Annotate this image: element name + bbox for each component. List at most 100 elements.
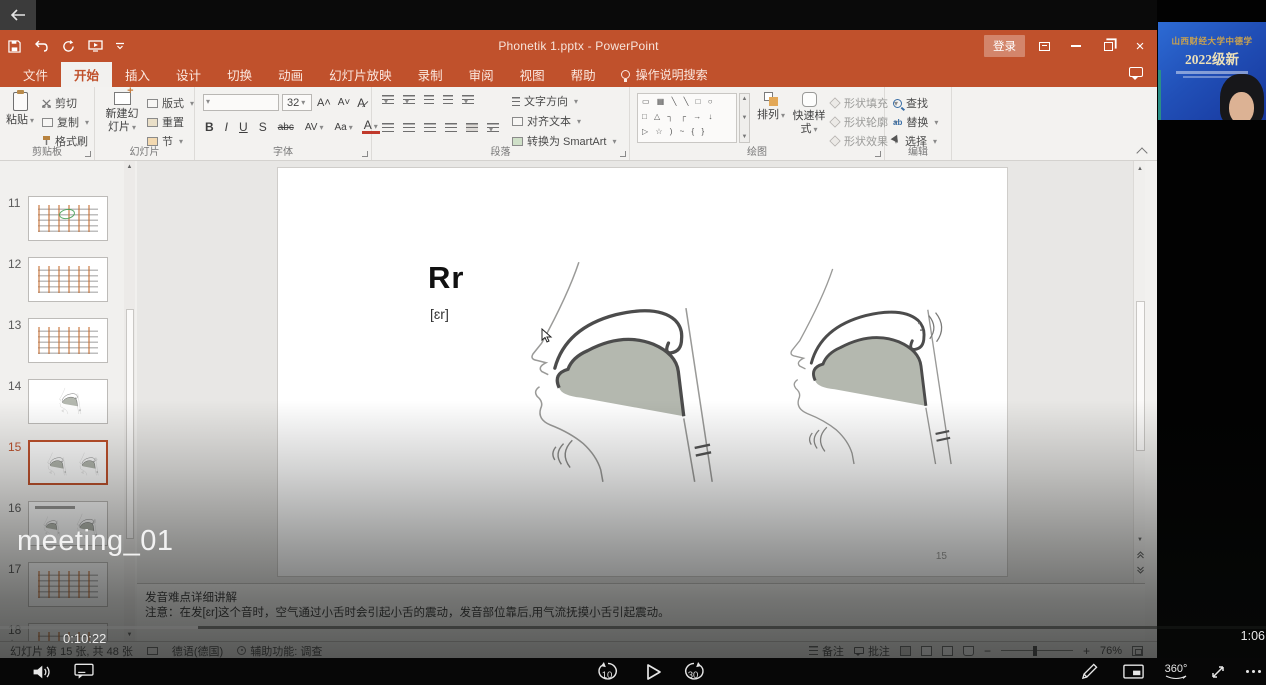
- scroll-up-icon[interactable]: ▲: [124, 161, 135, 172]
- slide-thumbnail[interactable]: [28, 196, 108, 241]
- drawing-dialog-launcher-icon[interactable]: [875, 151, 881, 157]
- tab-slideshow[interactable]: 幻灯片放映: [316, 62, 405, 87]
- columns-icon[interactable]: [466, 123, 478, 132]
- paste-button[interactable]: 粘贴: [6, 92, 34, 127]
- slide-thumbnail[interactable]: [28, 318, 108, 363]
- grow-font-icon[interactable]: A˄: [315, 97, 333, 109]
- font-name-combo[interactable]: [203, 94, 279, 111]
- text-direction-button[interactable]: 文字方向: [512, 93, 578, 109]
- change-case-button[interactable]: Aa: [332, 122, 354, 133]
- skip-back-10-button[interactable]: 10: [594, 658, 622, 685]
- new-slide-button[interactable]: 新建幻灯片: [103, 92, 141, 134]
- paragraph-dialog-launcher-icon[interactable]: [620, 151, 626, 157]
- scrollbar-thumb[interactable]: [126, 309, 134, 539]
- clipboard-dialog-launcher-icon[interactable]: [85, 151, 91, 157]
- zoom-slider-thumb[interactable]: [1033, 646, 1037, 656]
- justify-icon[interactable]: [445, 123, 457, 132]
- captions-button[interactable]: [70, 658, 98, 685]
- display-settings[interactable]: [147, 647, 158, 655]
- align-center-icon[interactable]: [403, 123, 415, 132]
- comments-toggle[interactable]: 批注: [854, 643, 890, 659]
- decrease-indent-icon[interactable]: [424, 95, 434, 104]
- slide-thumbnail[interactable]: [28, 440, 108, 485]
- more-options-button[interactable]: [1242, 658, 1264, 685]
- draw-button[interactable]: [1076, 658, 1102, 685]
- arrange-button[interactable]: 排列: [756, 92, 786, 122]
- font-dialog-launcher-icon[interactable]: [362, 151, 368, 157]
- slide-thumbnail[interactable]: [28, 562, 108, 607]
- ppt-minimize-button[interactable]: [1063, 34, 1089, 58]
- character-spacing-button[interactable]: AV: [303, 122, 326, 133]
- notes-pane[interactable]: 发音难点详细讲解 注意：在发[ɛr]这个音时，空气通过小舌时会引起小舌的震动，发…: [137, 583, 1145, 641]
- accessibility-status[interactable]: 辅助功能: 调查: [237, 643, 322, 659]
- reset-button[interactable]: 重置: [147, 114, 184, 130]
- quick-styles-button[interactable]: 快速样式: [788, 92, 830, 136]
- find-button[interactable]: 查找: [893, 95, 928, 111]
- comments-bubble-icon[interactable]: [1129, 67, 1143, 77]
- underline-button[interactable]: U: [237, 120, 250, 134]
- tab-design[interactable]: 设计: [163, 62, 214, 87]
- editor-scrollbar[interactable]: ▲ ▼: [1133, 161, 1145, 583]
- tab-view[interactable]: 视图: [507, 62, 558, 87]
- pip-button[interactable]: [1118, 658, 1148, 685]
- slide-thumbnail[interactable]: [28, 379, 108, 424]
- font-size-combo[interactable]: 32: [282, 94, 312, 111]
- slide-sorter-view-icon[interactable]: [921, 646, 932, 656]
- clear-formatting-icon[interactable]: A̷: [355, 96, 367, 110]
- bullets-icon[interactable]: [382, 95, 394, 104]
- thumbnail-scrollbar[interactable]: ▲ ▼: [124, 161, 135, 641]
- shrink-font-icon[interactable]: A˅: [336, 97, 353, 108]
- line-spacing-icon[interactable]: [462, 95, 474, 104]
- language-indicator[interactable]: 德语(德国): [172, 643, 223, 659]
- align-left-icon[interactable]: [382, 123, 394, 132]
- increase-indent-icon[interactable]: [443, 95, 453, 104]
- layout-button[interactable]: 版式: [147, 95, 194, 111]
- collapse-ribbon-icon[interactable]: [1138, 145, 1147, 154]
- zoom-slider[interactable]: [1001, 650, 1073, 651]
- scroll-up-icon[interactable]: ▲: [1134, 162, 1146, 175]
- normal-view-icon[interactable]: [900, 646, 911, 656]
- copy-button[interactable]: 复制: [42, 114, 89, 130]
- ppt-close-button[interactable]: ×: [1127, 34, 1153, 58]
- zoom-out-icon[interactable]: −: [984, 644, 991, 658]
- fit-to-window-icon[interactable]: [1132, 646, 1143, 656]
- align-right-icon[interactable]: [424, 123, 436, 132]
- scroll-down-icon[interactable]: ▼: [1134, 533, 1146, 546]
- login-button[interactable]: 登录: [984, 35, 1025, 57]
- seek-bar[interactable]: [0, 626, 1266, 629]
- fullscreen-button[interactable]: [1204, 658, 1232, 685]
- tab-review[interactable]: 审阅: [456, 62, 507, 87]
- tab-animations[interactable]: 动画: [265, 62, 316, 87]
- slide-canvas[interactable]: Rr [ɛr] 15: [277, 167, 1008, 577]
- align-text-button[interactable]: 对齐文本: [512, 113, 581, 129]
- shapes-gallery[interactable]: [637, 93, 737, 143]
- tab-transitions[interactable]: 切换: [214, 62, 265, 87]
- slideshow-view-icon[interactable]: [963, 646, 974, 656]
- tab-file[interactable]: 文件: [10, 62, 61, 87]
- tab-record[interactable]: 录制: [405, 62, 456, 87]
- next-slide-icon[interactable]: [1134, 563, 1146, 576]
- reading-view-icon[interactable]: [942, 646, 953, 656]
- volume-button[interactable]: [28, 658, 54, 685]
- scroll-down-icon[interactable]: ▼: [124, 629, 135, 640]
- play-button[interactable]: [641, 658, 667, 685]
- strikethrough-button[interactable]: abc: [276, 122, 296, 133]
- tab-help[interactable]: 帮助: [558, 62, 609, 87]
- notes-toggle[interactable]: 备注: [809, 643, 844, 659]
- back-button[interactable]: [0, 0, 36, 30]
- text-shadow-button[interactable]: S: [257, 120, 269, 134]
- add-remove-columns-icon[interactable]: [487, 123, 499, 132]
- tab-home[interactable]: 开始: [61, 62, 112, 87]
- zoom-in-icon[interactable]: +: [1083, 644, 1090, 658]
- tell-me-search[interactable]: 操作说明搜索: [609, 62, 720, 87]
- rotate-360-button[interactable]: 360°: [1158, 658, 1194, 685]
- cut-button[interactable]: 剪切: [42, 95, 77, 111]
- numbering-icon[interactable]: [403, 95, 415, 104]
- zoom-percentage[interactable]: 76%: [1100, 645, 1122, 657]
- ribbon-display-options-button[interactable]: [1031, 34, 1057, 58]
- previous-slide-icon[interactable]: [1134, 548, 1146, 561]
- ppt-restore-button[interactable]: [1095, 34, 1121, 58]
- scrollbar-thumb[interactable]: [1136, 301, 1145, 451]
- italic-button[interactable]: I: [223, 120, 230, 134]
- bold-button[interactable]: B: [203, 120, 216, 134]
